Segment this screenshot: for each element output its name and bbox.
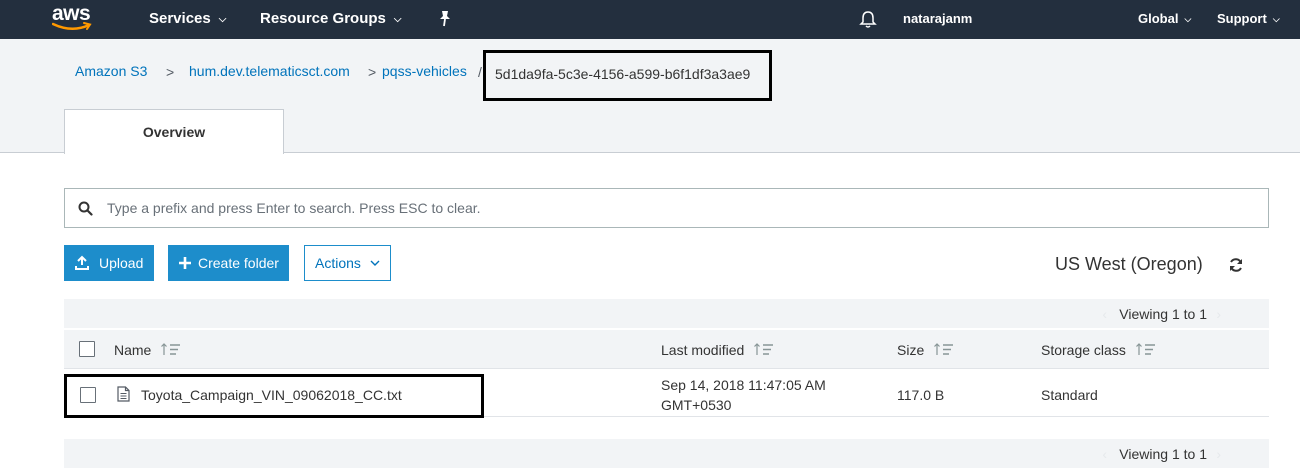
- top-nav: aws Services ⌵ Resource Groups ⌵ natarajan…: [0, 0, 1300, 39]
- chevron-down-icon: ⌵: [1184, 14, 1192, 24]
- column-header-storage-class[interactable]: Storage class: [1041, 342, 1126, 358]
- file-icon: [117, 386, 130, 402]
- region-label: US West (Oregon): [1055, 254, 1203, 274]
- support-label: Support: [1217, 11, 1267, 26]
- global-label: Global: [1138, 11, 1179, 26]
- breadcrumb-item-bucket[interactable]: hum.dev.telematicsct.com: [189, 63, 350, 79]
- tab-overview[interactable]: Overview: [64, 109, 284, 154]
- actions-label: Actions: [315, 255, 361, 271]
- column-header-size[interactable]: Size: [897, 342, 924, 358]
- select-all-checkbox[interactable]: [79, 341, 95, 357]
- column-header-name[interactable]: Name: [114, 342, 151, 358]
- prev-page-icon[interactable]: ‹: [1102, 306, 1107, 322]
- prev-page-icon[interactable]: ‹: [1102, 446, 1107, 462]
- last-modified-date: Sep 14, 2018 11:47:05 AM: [661, 377, 826, 393]
- breadcrumb-separator: >: [166, 64, 175, 80]
- services-menu[interactable]: Services ⌵: [149, 0, 226, 39]
- next-page-icon[interactable]: ›: [1216, 446, 1221, 462]
- refresh-icon[interactable]: [1228, 257, 1244, 273]
- bell-icon[interactable]: [859, 10, 877, 29]
- create-folder-button[interactable]: Create folder: [168, 245, 289, 281]
- search-icon: [78, 201, 93, 216]
- upload-label: Upload: [99, 255, 144, 271]
- breadcrumb-current-highlight: 5d1da9fa-5c3e-4156-a599-b6f1df3a3ae9: [483, 50, 772, 101]
- storage-class: Standard: [1041, 387, 1098, 403]
- upload-button[interactable]: Upload: [64, 245, 154, 281]
- pagination-text: Viewing 1 to 1: [1119, 446, 1207, 462]
- breadcrumb-item-amazon-s3[interactable]: Amazon S3: [75, 63, 147, 79]
- search-input[interactable]: [107, 197, 1247, 219]
- plus-icon: [179, 257, 191, 269]
- global-menu[interactable]: Global ⌵: [1138, 0, 1191, 39]
- file-name-link[interactable]: Toyota_Campaign_VIN_09062018_CC.txt: [141, 387, 402, 403]
- next-page-icon[interactable]: ›: [1216, 306, 1221, 322]
- chevron-down-icon: ⌵: [1272, 14, 1280, 24]
- services-label: Services: [149, 10, 211, 27]
- search-box: [64, 188, 1269, 228]
- sort-icon[interactable]: [754, 342, 774, 356]
- user-menu[interactable]: natarajanm: [903, 0, 972, 39]
- breadcrumb-item-folder[interactable]: pqss-vehicles: [382, 63, 467, 79]
- sort-icon[interactable]: [161, 342, 181, 356]
- chevron-down-icon: ⌵: [218, 14, 227, 25]
- file-size: 117.0 B: [897, 387, 945, 403]
- create-folder-label: Create folder: [198, 255, 279, 271]
- breadcrumb-separator: /: [478, 64, 482, 80]
- pagination-bottom: ‹ Viewing 1 to 1 ›: [64, 439, 1269, 468]
- row-checkbox[interactable]: [80, 387, 96, 403]
- username: natarajanm: [903, 11, 973, 26]
- breadcrumb-separator: >: [368, 64, 377, 80]
- column-header-last-modified[interactable]: Last modified: [661, 342, 744, 358]
- aws-smile-icon: [52, 22, 92, 30]
- chevron-down-icon: ⌵: [393, 14, 402, 25]
- last-modified-timezone: GMT+0530: [661, 397, 732, 413]
- table-header: Name Last modified Size Storage class: [64, 330, 1269, 369]
- breadcrumb-current: 5d1da9fa-5c3e-4156-a599-b6f1df3a3ae9: [495, 66, 751, 82]
- aws-logo[interactable]: aws: [52, 2, 96, 35]
- chevron-down-icon: [370, 260, 380, 266]
- resource-groups-label: Resource Groups: [260, 10, 386, 27]
- support-menu[interactable]: Support ⌵: [1217, 0, 1280, 39]
- sort-icon[interactable]: [1136, 342, 1156, 356]
- pagination-text: Viewing 1 to 1: [1119, 306, 1207, 322]
- upload-icon: [75, 255, 89, 270]
- resource-groups-menu[interactable]: Resource Groups ⌵: [260, 0, 401, 39]
- sort-icon[interactable]: [934, 342, 954, 356]
- actions-dropdown[interactable]: Actions: [304, 245, 391, 281]
- tab-overview-label: Overview: [142, 124, 206, 140]
- pagination-top: ‹ Viewing 1 to 1 ›: [64, 299, 1269, 328]
- pin-icon[interactable]: [437, 10, 453, 28]
